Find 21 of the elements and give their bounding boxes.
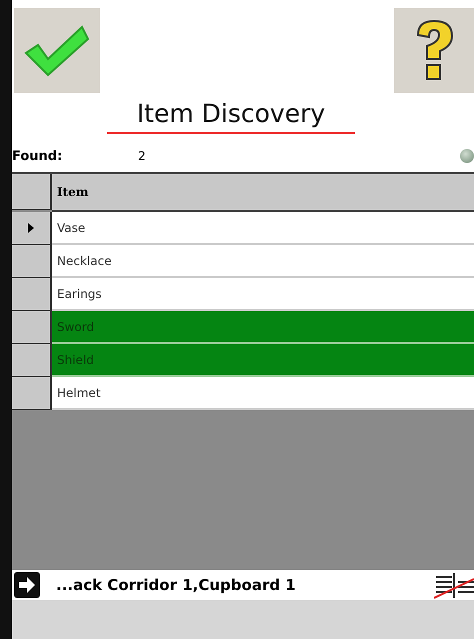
row-header[interactable] bbox=[12, 278, 52, 311]
question-mark-icon bbox=[414, 18, 454, 82]
help-button[interactable] bbox=[394, 8, 474, 93]
item-cell[interactable]: Earings bbox=[52, 278, 474, 311]
checkmark-icon bbox=[24, 24, 90, 76]
found-count: 2 bbox=[138, 149, 147, 163]
item-cell[interactable]: Vase bbox=[52, 212, 474, 245]
found-label: Found: bbox=[12, 148, 64, 164]
row-header[interactable] bbox=[12, 212, 52, 245]
location-text: ...ack Corridor 1,Cupboard 1 bbox=[55, 576, 297, 594]
row-header[interactable] bbox=[12, 245, 52, 278]
screen-title: Item Discovery bbox=[106, 95, 356, 134]
status-light-icon bbox=[460, 149, 474, 163]
item-cell[interactable]: Necklace bbox=[52, 245, 474, 278]
item-cell[interactable]: Helmet bbox=[52, 377, 474, 410]
row-header[interactable] bbox=[12, 377, 52, 410]
row-header[interactable] bbox=[12, 344, 52, 377]
corner-header bbox=[12, 174, 52, 210]
row-header[interactable] bbox=[12, 311, 52, 344]
signal-off-icon bbox=[434, 571, 474, 599]
column-header[interactable]: Item bbox=[52, 174, 474, 212]
